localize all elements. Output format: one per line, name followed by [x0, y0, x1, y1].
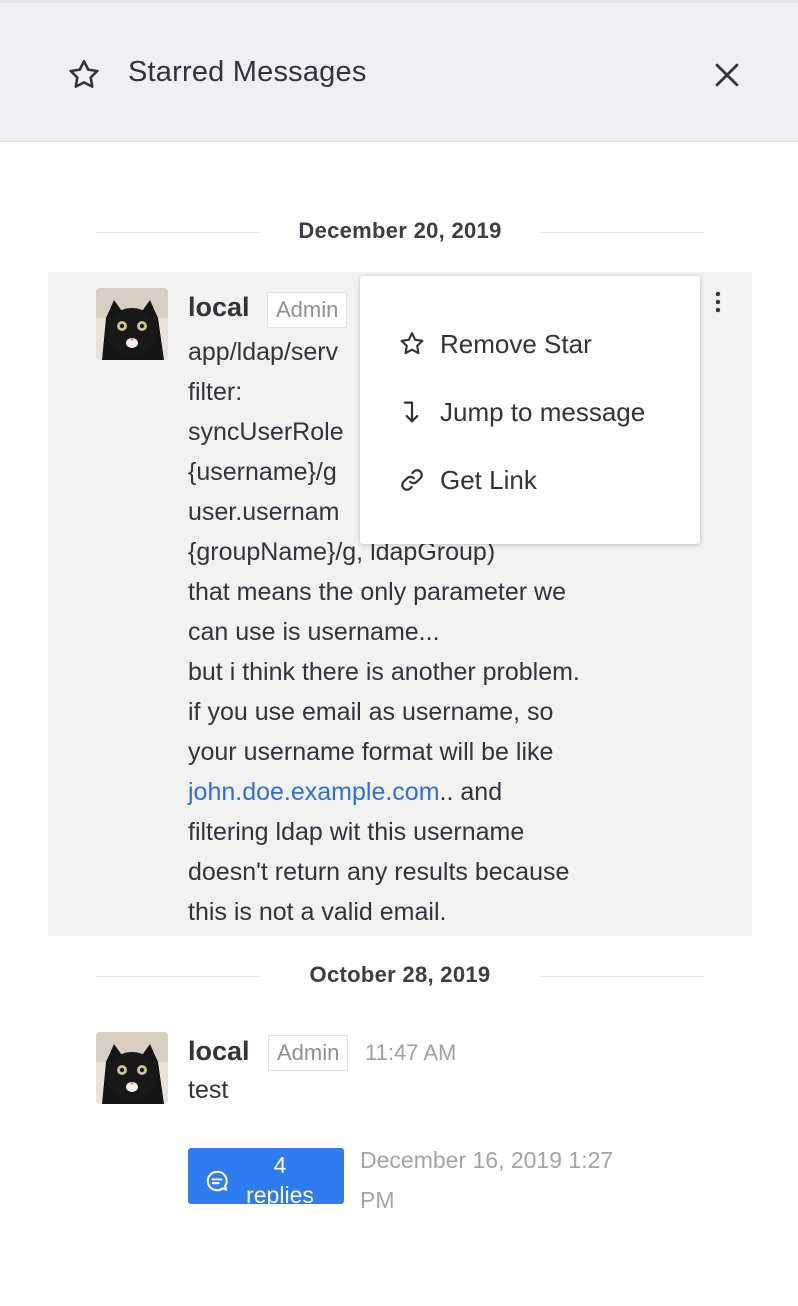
- message-line: can use is username...: [188, 618, 440, 646]
- message-text: .. and: [439, 778, 503, 806]
- link-icon: [401, 469, 423, 491]
- avatar[interactable]: [96, 1032, 168, 1104]
- starred-message[interactable]: local Admin 11:47 AM test 4 replies Dece…: [48, 1020, 752, 1220]
- message-time: 11:47 AM: [365, 1040, 457, 1065]
- message-username[interactable]: local: [188, 1036, 250, 1067]
- thread-last-reply-date: December 16, 2019 1:27 PM: [360, 1140, 660, 1220]
- message-line: but i think there is another problem.: [188, 658, 580, 686]
- replies-label: replies: [246, 1182, 314, 1204]
- message-text: test: [188, 1076, 229, 1104]
- menu-item-remove-star[interactable]: Remove Star: [360, 314, 700, 374]
- divider-line: [540, 976, 704, 977]
- menu-item-jump-to-message[interactable]: Jump to message: [360, 382, 700, 442]
- starred-messages-header: Starred Messages: [0, 0, 798, 142]
- star-outline-icon: [400, 332, 424, 355]
- cat-avatar-image: [96, 1032, 168, 1104]
- divider-date: December 20, 2019: [298, 218, 502, 243]
- message-line: this is not a valid email.: [188, 898, 447, 926]
- cat-avatar-image: [96, 288, 168, 360]
- thread-icon: [206, 1170, 228, 1192]
- jump-arrow-icon: [403, 401, 419, 423]
- message-line: filtering ldap wit this username: [188, 818, 525, 846]
- divider-line: [540, 232, 704, 233]
- panel-title: Starred Messages: [128, 56, 367, 88]
- close-icon[interactable]: [710, 58, 744, 92]
- divider-date: October 28, 2019: [309, 962, 491, 987]
- message-line: your username format will be like: [188, 738, 554, 766]
- date-divider: December 20, 2019: [96, 218, 704, 248]
- replies-text: 4 replies: [236, 1150, 324, 1204]
- message-line: if you use email as username, so: [188, 698, 554, 726]
- kebab-menu-icon[interactable]: [710, 290, 726, 316]
- menu-item-get-link[interactable]: Get Link: [360, 450, 700, 510]
- message-line-with-link: john.doe.example.com.. and: [188, 772, 688, 812]
- thread-date-line: PM: [360, 1187, 395, 1213]
- message-username[interactable]: local: [188, 292, 250, 323]
- menu-item-label: Jump to message: [440, 397, 646, 427]
- role-badge: Admin: [267, 292, 348, 328]
- thread-date-line: December 16, 2019 1:27: [360, 1147, 614, 1173]
- message-line: that means the only parameter we: [188, 578, 566, 606]
- thread-replies-button[interactable]: 4 replies: [188, 1148, 344, 1204]
- avatar[interactable]: [96, 288, 168, 360]
- star-outline-icon: [69, 59, 99, 88]
- message-actions-menu: Remove Star Jump to message Get Link: [360, 276, 700, 544]
- message-line: doesn't return any results because: [188, 858, 570, 886]
- menu-item-label: Remove Star: [440, 329, 592, 359]
- role-badge: Admin: [268, 1035, 349, 1071]
- message-link[interactable]: john.doe.example.com: [188, 778, 440, 806]
- menu-item-label: Get Link: [440, 465, 537, 495]
- date-divider: October 28, 2019: [96, 962, 704, 992]
- replies-count: 4: [273, 1152, 287, 1178]
